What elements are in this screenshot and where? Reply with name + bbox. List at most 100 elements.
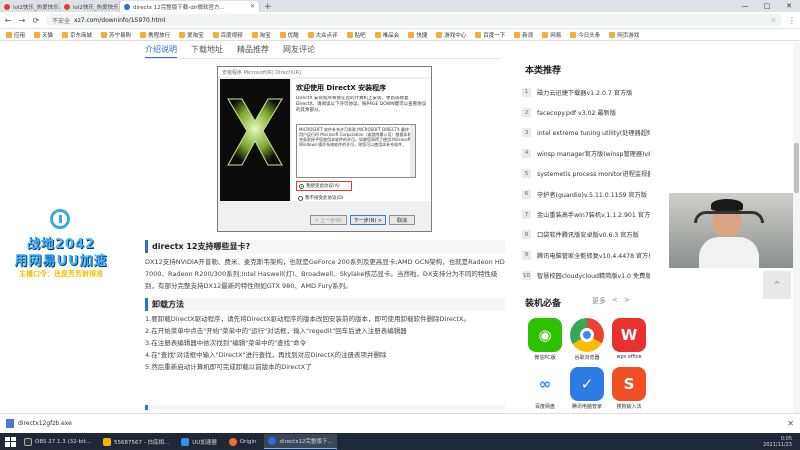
bookmark-item[interactable]: 今日头条 <box>570 31 600 39</box>
bookmark-label: 贴吧 <box>354 32 366 39</box>
security-indicator[interactable]: 不安全 <box>52 16 70 25</box>
accept-radio[interactable]: 我接受此协议(A) <box>296 181 352 191</box>
app-baidu-netdisk[interactable]: ∞ 百度网盘 <box>524 367 566 410</box>
recommend-link[interactable]: 磁力云迅捷下载器v1.2.0.7 官方版 <box>537 88 632 97</box>
tab-intro[interactable]: 介绍说明 <box>145 44 177 59</box>
recommend-link[interactable]: systemetis process monitor进程监视器 <box>537 169 650 178</box>
app-wechat[interactable]: ◉ 微信PC版 <box>524 318 566 361</box>
back-step-button[interactable]: < 上一步(B) <box>310 215 347 225</box>
scrollbar-thumb[interactable] <box>794 143 799 193</box>
app-chrome[interactable]: 谷歌浏览器 <box>566 318 608 361</box>
bookmark-item[interactable]: 优酷 <box>279 31 299 39</box>
tab-recommend[interactable]: 精品推荐 <box>237 44 269 59</box>
recommend-link[interactable]: 口袋软件腾讯版安卓版v0.6.3 官方版 <box>537 230 639 239</box>
windows-start-icon[interactable] <box>4 436 16 448</box>
rank-number: 2 <box>522 108 531 118</box>
taskbar-item-chrome[interactable]: directx12完整版下... <box>264 434 337 449</box>
recommend-item[interactable]: 3 intel extreme tuning utility(处理器超频工具) <box>522 123 650 143</box>
favicon-icon <box>4 3 10 10</box>
license-textbox[interactable]: MICROSOFT 软件补充许可条款 MICROSOFT DIRECTX 最终用… <box>296 124 416 178</box>
taskbar-item-uu[interactable]: UU加速器 <box>177 434 221 449</box>
back-button[interactable]: ← <box>4 16 12 25</box>
recommend-link[interactable]: 金山重装高手win7装机v.1.1.2.901 官方版 <box>537 210 650 219</box>
bookmark-item[interactable]: 百度一下 <box>475 31 505 39</box>
bookmark-item[interactable]: 淘宝 <box>251 31 271 39</box>
prev-arrow-icon[interactable]: < <box>612 296 618 306</box>
recommend-item[interactable]: 1 磁力云迅捷下载器v1.2.0.7 官方版 <box>522 82 650 102</box>
bookmark-item[interactable]: 游戏中心 <box>436 31 466 39</box>
cancel-button[interactable]: 取消 <box>389 215 415 225</box>
bookmark-icon <box>6 31 12 38</box>
maximize-button[interactable]: □ <box>756 2 778 10</box>
url-input[interactable]: 不安全 xz7.com/downinfo/15970.html ☆ <box>46 14 782 26</box>
bookmark-item[interactable]: 网页游戏 <box>609 31 639 39</box>
recommend-link[interactable]: intel extreme tuning utility(处理器超频工具) <box>537 128 650 137</box>
back-to-top-icon[interactable]: ⌃ <box>763 271 791 299</box>
bookmark-item[interactable]: 携程旅行 <box>140 31 170 39</box>
recommend-link[interactable]: winsp manager官方版(winsp管理器)v8.0... <box>537 149 650 158</box>
bookmark-item[interactable]: 爱淘宝 <box>179 31 204 39</box>
bookmark-item[interactable]: 大众点评 <box>307 31 338 39</box>
next-step-button[interactable]: 下一步(N) > <box>349 215 386 225</box>
minimize-button[interactable]: — <box>734 2 756 10</box>
bookmark-label: 今日头条 <box>578 32 601 39</box>
taskbar-item-window[interactable]: 55687567 - 白底相... <box>99 434 173 449</box>
bookmark-item[interactable]: 快捷 <box>408 31 427 39</box>
close-window-button[interactable]: ✕ <box>778 2 800 10</box>
app-sogou[interactable]: S 搜狗输入法 <box>608 367 650 410</box>
recommend-item[interactable]: 9 腾讯电脑管家全能修复v10.4.4478 官方版 <box>522 245 650 265</box>
recommend-item[interactable]: 7 金山重装高手win7装机v.1.1.2.901 官方版 <box>522 204 650 224</box>
browser-menu-icon[interactable]: ⋮ <box>788 16 796 25</box>
forward-button[interactable]: → <box>18 16 26 25</box>
bookmark-item[interactable]: 苏宁易购 <box>101 31 131 39</box>
bookmark-item[interactable]: 新浪 <box>514 31 533 39</box>
tab-download[interactable]: 下载地址 <box>191 44 223 59</box>
tab-title: lol2快乐_热爱快乐 <box>13 4 59 11</box>
reload-button[interactable]: ⟳ <box>32 16 40 25</box>
bookmark-star-icon[interactable]: ☆ <box>771 17 776 24</box>
tab-comments[interactable]: 网友评论 <box>283 44 315 59</box>
recommend-link[interactable]: facecopy.pdf v3.02 最新版 <box>537 108 616 117</box>
app-tencent-manager[interactable]: ✓ 腾讯电脑管家 <box>566 367 608 410</box>
recommend-item[interactable]: 8 口袋软件腾讯版安卓版v0.6.3 官方版 <box>522 225 650 245</box>
origin-icon <box>228 437 237 446</box>
bookmark-item[interactable]: 京东商城 <box>62 31 92 39</box>
page-scrollbar[interactable] <box>793 42 800 413</box>
recommend-link[interactable]: 腾讯电脑管家全能修复v10.4.4478 官方版 <box>537 251 650 260</box>
license-scrollbar[interactable] <box>410 125 415 177</box>
bookmark-label: 京东商城 <box>70 32 93 39</box>
app-wps[interactable]: Wwps office <box>608 318 650 361</box>
taskbar-item-obs[interactable]: OBS 27.1.3 (32-bit... <box>20 434 95 449</box>
decline-radio[interactable]: 我不接受此协议(D) <box>296 194 352 202</box>
recommend-item[interactable]: 4 winsp manager官方版(winsp管理器)v8.0... <box>522 143 650 163</box>
taskbar-item-origin[interactable]: Origin <box>225 434 261 449</box>
bookmark-item[interactable]: 百度视频 <box>212 31 243 39</box>
next-arrow-icon[interactable]: > <box>624 296 630 306</box>
system-clock[interactable]: 0:05 2021/11/23 <box>763 436 796 448</box>
essentials-title: 装机必备 <box>525 299 562 309</box>
decline-label: 我不接受此协议(D) <box>305 196 344 201</box>
bookmark-item[interactable]: 应用 <box>6 31 25 39</box>
more-link[interactable]: 更多 <box>592 296 606 306</box>
bookmark-item[interactable]: 唯品会 <box>374 31 399 39</box>
close-tab-icon[interactable]: ✕ <box>250 3 255 10</box>
recommend-link[interactable]: 守护者(guardio)v.5.11.0.1159 官方版 <box>537 190 647 199</box>
download-item[interactable]: directx12gfzb.exe <box>6 419 102 428</box>
new-tab-button[interactable]: + <box>264 2 272 12</box>
recommend-link[interactable]: 智慧校园cloudycloud精简版v1.0 免费版 <box>537 271 650 280</box>
bookmark-item[interactable]: 贴吧 <box>346 31 366 39</box>
browser-tab[interactable]: lol2快乐_热爱快乐✕ <box>60 1 120 12</box>
browser-tab-active[interactable]: directx 12完整版下载-dir微软官方... ✕ <box>120 1 260 12</box>
close-download-bar-icon[interactable]: ✕ <box>787 419 794 428</box>
recommend-item[interactable]: 5 systemetis process monitor进程监视器 <box>522 164 650 184</box>
section-heading-uninstall: 卸载方法 <box>145 298 505 311</box>
recommend-item[interactable]: 2 facecopy.pdf v3.02 最新版 <box>522 102 650 122</box>
browser-tab[interactable]: lol2快乐_热爱快乐✕ <box>0 1 60 12</box>
bookmark-icon <box>101 31 108 38</box>
rank-number: 8 <box>522 230 531 240</box>
file-icon <box>6 419 14 428</box>
bookmark-item[interactable]: 天猫 <box>34 31 53 39</box>
bookmark-item[interactable]: 网易 <box>542 31 561 39</box>
recommend-item[interactable]: 6 守护者(guardio)v.5.11.0.1159 官方版 <box>522 184 650 204</box>
recommend-item[interactable]: 10 智慧校园cloudycloud精简版v1.0 免费版 <box>522 266 650 286</box>
